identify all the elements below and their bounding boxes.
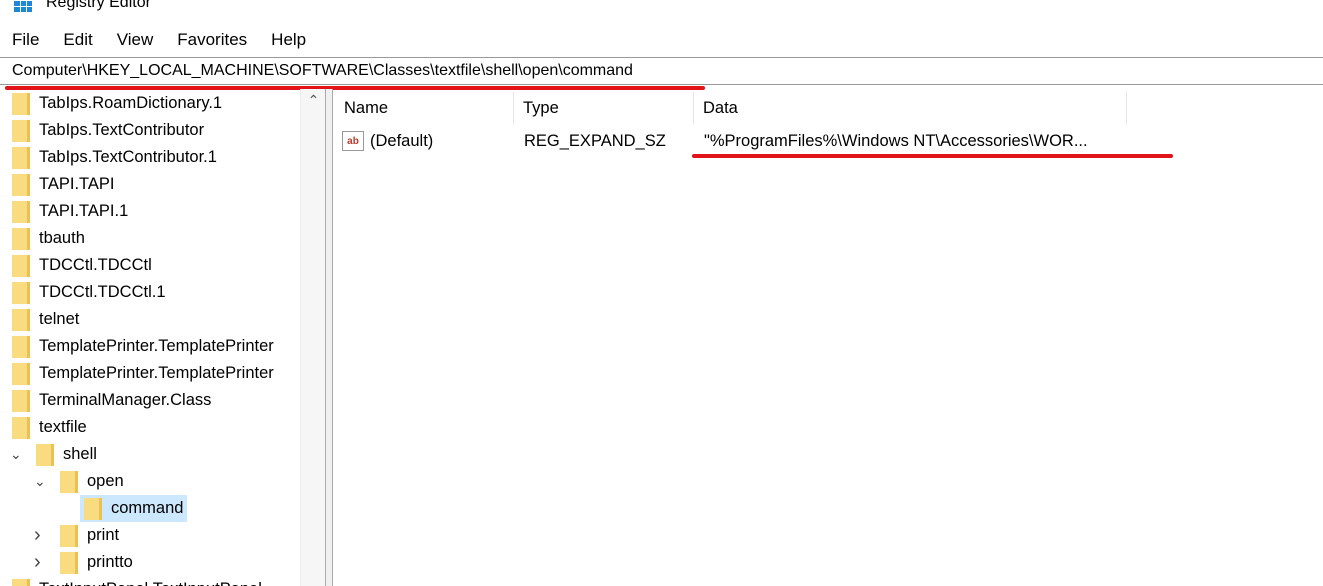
folder-icon <box>12 335 30 358</box>
folder-icon <box>60 524 78 547</box>
folder-icon <box>12 281 30 304</box>
column-header-data[interactable]: Data <box>694 92 1127 124</box>
column-name-label: Name <box>344 98 389 117</box>
tree-item-label: TemplatePrinter.TemplatePrinter <box>39 364 274 382</box>
folder-icon <box>84 497 102 520</box>
tree-item-label: open <box>87 472 124 490</box>
menu-bar: File Edit View Favorites Help <box>0 28 318 52</box>
tree-item-tabips-textcontributor[interactable]: TabIps.TextContributor <box>12 117 204 144</box>
tree-item-label: TAPI.TAPI.1 <box>39 202 129 220</box>
tree-item-templateprinter-templateprinter[interactable]: TemplatePrinter.TemplatePrinter <box>12 360 274 387</box>
tree-item-textfile[interactable]: textfile <box>12 414 87 441</box>
column-data-label: Data <box>703 98 738 117</box>
folder-icon <box>12 200 30 223</box>
tree-item-label: TextInputPanel.TextInputPanel <box>39 580 262 586</box>
tree-item-terminalmanager-class[interactable]: TerminalManager.Class <box>12 387 211 414</box>
tree-item-label: TemplatePrinter.TemplatePrinter <box>39 337 274 355</box>
tree-item-label: telnet <box>39 310 80 328</box>
folder-icon <box>12 227 30 250</box>
tree-item-label: shell <box>63 445 97 463</box>
title-bar: Registry Editor <box>0 0 151 18</box>
column-type-label: Type <box>523 98 559 117</box>
tree-item-tabips-textcontributor-1[interactable]: TabIps.TextContributor.1 <box>12 144 217 171</box>
tree-item-tapi-tapi[interactable]: TAPI.TAPI <box>12 171 114 198</box>
pane-splitter[interactable] <box>325 89 333 586</box>
value-data: "%ProgramFiles%\Windows NT\Accessories\W… <box>704 131 1088 150</box>
folder-icon <box>60 470 78 493</box>
folder-icon <box>12 254 30 277</box>
value-name: (Default) <box>370 131 434 150</box>
tree-item-label: TabIps.RoamDictionary.1 <box>39 94 223 112</box>
tree-item-label: TAPI.TAPI <box>39 175 115 193</box>
tree-item-tdcctl-tdcctl[interactable]: TDCCtl.TDCCtl <box>12 252 152 279</box>
folder-icon <box>12 92 30 115</box>
folder-icon <box>60 551 78 574</box>
tree-item-command[interactable]: command <box>80 495 188 522</box>
tree-item-label: tbauth <box>39 229 85 247</box>
chevron-down-icon[interactable]: ⌄ <box>34 473 46 490</box>
highlight-underline-data <box>692 154 1173 158</box>
chevron-down-icon[interactable]: ⌄ <box>10 446 22 463</box>
tree-item-label: TabIps.TextContributor <box>39 121 205 139</box>
window-title: Registry Editor <box>46 0 151 11</box>
tree-item-label: command <box>111 499 184 517</box>
menu-file[interactable]: File <box>0 30 51 50</box>
scroll-up-icon[interactable]: ⌃ <box>301 92 326 109</box>
folder-icon <box>12 119 30 142</box>
address-path: Computer\HKEY_LOCAL_MACHINE\SOFTWARE\Cla… <box>12 62 633 79</box>
tree-item-tabips-roamdictionary-1[interactable]: TabIps.RoamDictionary.1 <box>12 90 222 117</box>
folder-icon <box>12 578 30 586</box>
folder-icon <box>12 416 30 439</box>
tree-item-printto[interactable]: › printto <box>34 549 133 576</box>
folder-icon <box>36 443 54 466</box>
tree-item-shell[interactable]: ⌄ shell <box>10 441 97 468</box>
tree-item-label: TDCCtl.TDCCtl <box>39 256 152 274</box>
tree-scrollbar[interactable]: ⌃ <box>300 89 326 586</box>
tree-item-print[interactable]: › print <box>34 522 120 549</box>
value-type: REG_EXPAND_SZ <box>524 131 666 150</box>
column-header-name[interactable]: Name <box>335 92 514 124</box>
menu-view[interactable]: View <box>105 30 166 50</box>
string-value-icon: ab <box>342 131 364 151</box>
tree-item-tbauth[interactable]: tbauth <box>12 225 85 252</box>
tree-item-label: TerminalManager.Class <box>39 391 212 409</box>
tree-item-tdcctl-tdcctl-1[interactable]: TDCCtl.TDCCtl.1 <box>12 279 166 306</box>
tree-item-tapi-tapi-1[interactable]: TAPI.TAPI.1 <box>12 198 128 225</box>
folder-icon <box>12 389 30 412</box>
folder-icon <box>12 173 30 196</box>
address-bar[interactable]: Computer\HKEY_LOCAL_MACHINE\SOFTWARE\Cla… <box>0 57 1323 85</box>
menu-edit[interactable]: Edit <box>51 30 104 50</box>
tree-item-open[interactable]: ⌄ open <box>34 468 124 495</box>
folder-icon <box>12 308 30 331</box>
registry-editor-icon <box>14 0 32 12</box>
tree-item-textinputpanel-textinputpanel[interactable]: TextInputPanel.TextInputPanel <box>12 576 262 586</box>
key-tree: TabIps.RoamDictionary.1 TabIps.TextContri… <box>0 89 300 586</box>
value-name-cell: ab (Default) <box>342 128 433 154</box>
folder-icon <box>12 146 30 169</box>
tree-item-label: printto <box>87 553 133 571</box>
tree-item-label: print <box>87 526 120 544</box>
menu-favorites[interactable]: Favorites <box>165 30 259 50</box>
menu-help[interactable]: Help <box>259 30 318 50</box>
tree-item-label: TDCCtl.TDCCtl.1 <box>39 283 166 301</box>
tree-item-label: textfile <box>39 418 87 436</box>
tree-item-telnet[interactable]: telnet <box>12 306 79 333</box>
chevron-right-icon[interactable]: › <box>34 524 41 547</box>
folder-icon <box>12 362 30 385</box>
tree-item-label: TabIps.TextContributor.1 <box>39 148 217 166</box>
tree-item-templateprinter-templateprinter[interactable]: TemplatePrinter.TemplatePrinter <box>12 333 274 360</box>
chevron-right-icon[interactable]: › <box>34 551 41 574</box>
column-header-type[interactable]: Type <box>514 92 694 124</box>
